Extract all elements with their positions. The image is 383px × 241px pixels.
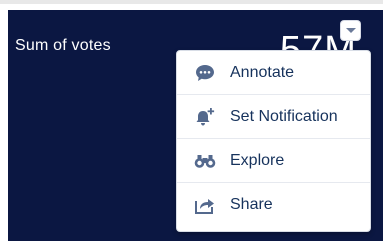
menu-item-set-notification[interactable]: Set Notification xyxy=(177,95,370,139)
menu-item-annotate[interactable]: Annotate xyxy=(177,51,370,95)
top-divider xyxy=(0,0,383,4)
binoculars-icon xyxy=(192,150,218,172)
dashboard-widget-area: Sum of votes 57M Annotate xyxy=(0,0,383,241)
chevron-down-icon xyxy=(345,27,356,33)
widget-dropdown-menu: Annotate Set Notification Explore Share xyxy=(176,50,371,232)
menu-item-label: Share xyxy=(230,196,273,213)
menu-item-label: Set Notification xyxy=(230,107,338,125)
comment-icon xyxy=(192,62,218,84)
bell-add-icon xyxy=(192,106,218,128)
metric-label: Sum of votes xyxy=(15,37,111,54)
share-icon xyxy=(192,194,218,216)
menu-item-label: Annotate xyxy=(230,63,295,81)
widget-menu-button[interactable] xyxy=(341,21,360,40)
menu-item-share[interactable]: Share xyxy=(177,183,370,227)
menu-item-explore[interactable]: Explore xyxy=(177,139,370,183)
menu-item-label: Explore xyxy=(230,151,285,169)
